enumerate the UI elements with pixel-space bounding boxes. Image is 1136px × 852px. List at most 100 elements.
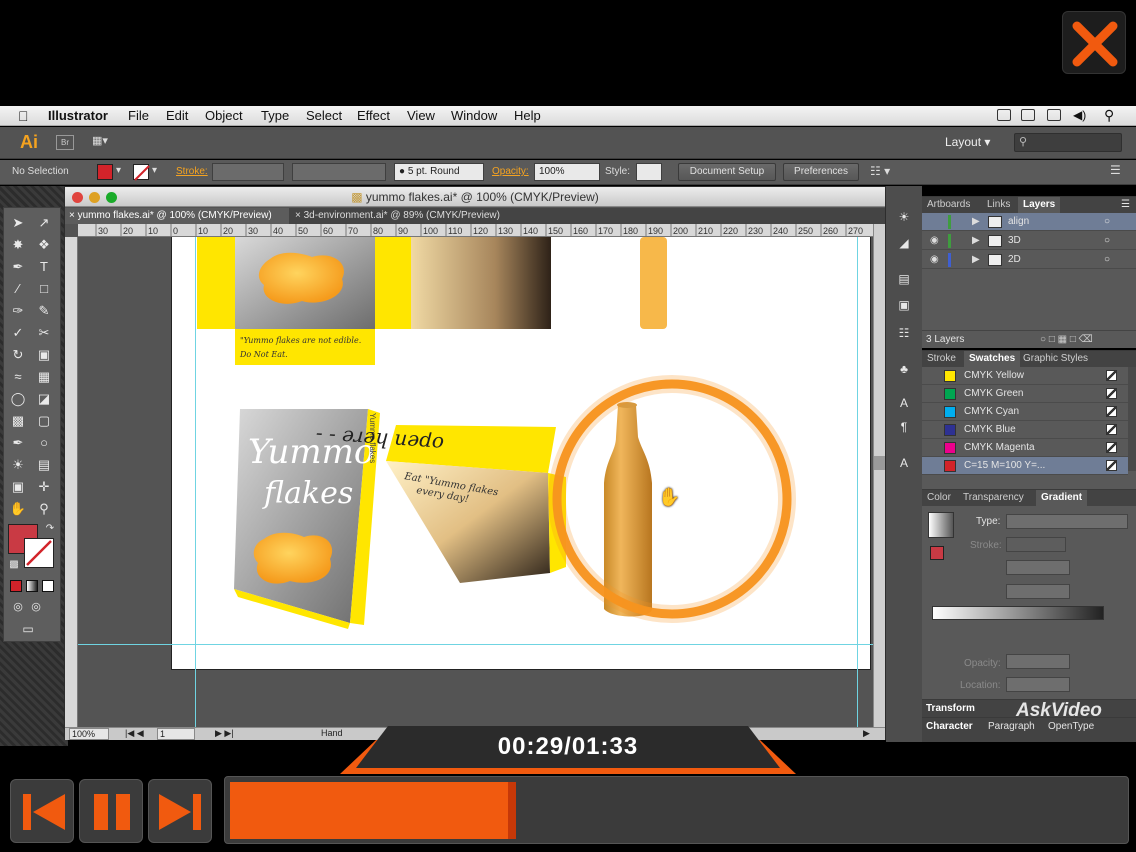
slice-tool-icon[interactable]: ✛ — [34, 478, 54, 496]
default-colors-icon[interactable]: ▩ — [4, 556, 24, 574]
line-tool-icon[interactable]: ∕ — [8, 280, 28, 298]
tab-layers[interactable]: Layers — [1018, 197, 1061, 213]
width-tool-icon[interactable]: ≈ — [8, 368, 28, 386]
hand-tool-icon[interactable]: ✋ — [8, 500, 28, 518]
magic-wand-tool-icon[interactable]: ✸ — [8, 236, 28, 254]
tab-color[interactable]: Color — [922, 490, 956, 506]
tab-swatches[interactable]: Swatches — [964, 351, 1021, 367]
pencil-tool-icon[interactable]: ✎ — [34, 302, 54, 320]
close-button[interactable] — [1062, 11, 1126, 74]
gradient-fill-swatch[interactable] — [930, 546, 944, 560]
fill-swatch[interactable] — [97, 164, 113, 180]
paintbrush-tool-icon[interactable]: ✑ — [8, 302, 28, 320]
opacity-field[interactable]: 100% — [534, 163, 600, 181]
draw-normal-icon[interactable]: ◎ — [8, 598, 28, 616]
scroll-right-icon[interactable]: ▶ — [863, 728, 870, 739]
character-styles-panel-icon[interactable]: A — [895, 396, 913, 412]
tab-yummo-flakes[interactable]: × yummo flakes.ai* @ 100% (CMYK/Preview) — [65, 208, 289, 224]
gradient-tool-icon[interactable]: ▢ — [34, 412, 54, 430]
bridge-button[interactable]: Br — [56, 135, 74, 150]
arrange-icon[interactable]: ☷ ▾ — [870, 164, 890, 178]
swatches-scrollbar[interactable] — [1128, 367, 1136, 471]
appearance-panel-icon[interactable]: ☷ — [895, 326, 913, 342]
perspective-grid-tool-icon[interactable]: ◪ — [34, 390, 54, 408]
layer-actions-icon[interactable]: ○ □ ▦ □ ⌫ — [1040, 331, 1093, 349]
panel-menu-icon[interactable]: ☰ — [1110, 163, 1121, 177]
menu-app-name[interactable]: Illustrator — [48, 108, 108, 123]
menu-view[interactable]: View — [407, 108, 435, 123]
none-mode-button[interactable] — [42, 580, 54, 592]
menu-type[interactable]: Type — [261, 108, 289, 123]
artboard-number-field[interactable]: 1 — [157, 728, 195, 740]
next-artboard-icon[interactable]: ▶ ▶| — [215, 728, 234, 739]
draw-behind-icon[interactable]: ◎ — [26, 598, 46, 616]
next-button[interactable] — [148, 779, 212, 843]
first-artboard-icon[interactable]: |◀ ◀ — [125, 728, 144, 739]
expand-arrow-icon[interactable]: ▶ — [972, 251, 980, 269]
tab-stroke[interactable]: Stroke — [922, 351, 961, 367]
expand-arrow-icon[interactable]: ▶ — [972, 232, 980, 250]
tab-artboards[interactable]: Artboards — [922, 197, 975, 213]
close-window-button[interactable] — [72, 192, 83, 203]
scroll-thumb[interactable] — [874, 456, 885, 470]
color-mode-button[interactable] — [10, 580, 22, 592]
camera-icon[interactable] — [997, 109, 1011, 121]
fill-dropdown-icon[interactable]: ▾ — [116, 165, 121, 176]
menu-edit[interactable]: Edit — [166, 108, 188, 123]
progress-handle[interactable] — [508, 782, 516, 839]
workspace-switcher[interactable]: Layout ▾ — [945, 135, 990, 149]
mesh-tool-icon[interactable]: ▩ — [8, 412, 28, 430]
arrange-documents-icon[interactable]: ▦▾ — [92, 134, 118, 151]
gradient-mode-button[interactable] — [26, 580, 38, 592]
tab-character[interactable]: Character — [926, 721, 973, 732]
brushes-panel-icon[interactable]: ☀ — [895, 210, 913, 226]
zoom-tool-icon[interactable]: ⚲ — [34, 500, 54, 518]
menu-help[interactable]: Help — [514, 108, 541, 123]
menu-file[interactable]: File — [128, 108, 149, 123]
swatch-row[interactable]: CMYK Yellow — [922, 367, 1128, 385]
stroke-weight-field[interactable] — [212, 163, 284, 181]
glyphs-panel-icon[interactable]: A — [895, 456, 913, 472]
gradient-slider[interactable] — [932, 606, 1104, 620]
layer-row[interactable]: ▶ align ○ — [922, 213, 1136, 231]
free-transform-tool-icon[interactable]: ▦ — [34, 368, 54, 386]
menu-effect[interactable]: Effect — [357, 108, 390, 123]
tab-links[interactable]: Links — [982, 197, 1015, 213]
pathfinder-panel-icon[interactable]: ▣ — [895, 298, 913, 314]
tab-opentype[interactable]: OpenType — [1048, 721, 1094, 732]
stroke-swatch[interactable] — [133, 164, 150, 181]
gradient-aspect-field[interactable] — [1006, 584, 1070, 599]
pause-button[interactable] — [79, 779, 143, 843]
blob-brush-tool-icon[interactable]: ✓ — [8, 324, 28, 342]
preferences-button[interactable]: Preferences — [783, 163, 859, 181]
menu-object[interactable]: Object — [205, 108, 243, 123]
color-guide-panel-icon[interactable]: ♣ — [895, 362, 913, 378]
rotate-tool-icon[interactable]: ↻ — [8, 346, 28, 364]
swatch-row[interactable]: CMYK Green — [922, 385, 1128, 403]
minimize-window-button[interactable] — [89, 192, 100, 203]
target-circle-icon[interactable]: ○ — [1104, 213, 1110, 231]
tab-gradient[interactable]: Gradient — [1036, 490, 1088, 506]
layer-row[interactable]: ◉ ▶ 3D ○ — [922, 232, 1136, 250]
stroke-dropdown-icon[interactable]: ▾ — [152, 165, 157, 176]
swatch-row[interactable]: CMYK Magenta — [922, 439, 1128, 457]
menu-select[interactable]: Select — [306, 108, 342, 123]
tab-transparency[interactable]: Transparency — [958, 490, 1029, 506]
gradient-type-select[interactable] — [1006, 514, 1128, 529]
lasso-tool-icon[interactable]: ❖ — [34, 236, 54, 254]
gradient-opacity-field[interactable] — [1006, 654, 1070, 669]
zoom-field[interactable]: 100% — [69, 728, 109, 740]
target-circle-icon[interactable]: ○ — [1104, 251, 1110, 269]
stroke-label[interactable]: Stroke: — [176, 166, 208, 177]
gradient-preview[interactable] — [928, 512, 954, 538]
swatch-row[interactable]: C=15 M=100 Y=... — [922, 457, 1128, 475]
rectangle-tool-icon[interactable]: □ — [34, 280, 54, 298]
scissors-tool-icon[interactable]: ✂ — [34, 324, 54, 342]
shape-builder-tool-icon[interactable]: ◯ — [8, 390, 28, 408]
eyedropper-tool-icon[interactable]: ✒ — [8, 434, 28, 452]
pen-tool-icon[interactable]: ✒ — [8, 258, 28, 276]
document-setup-button[interactable]: Document Setup — [678, 163, 776, 181]
swatch-row[interactable]: CMYK Cyan — [922, 403, 1128, 421]
blend-tool-icon[interactable]: ○ — [34, 434, 54, 452]
symbol-sprayer-tool-icon[interactable]: ☀ — [8, 456, 28, 474]
